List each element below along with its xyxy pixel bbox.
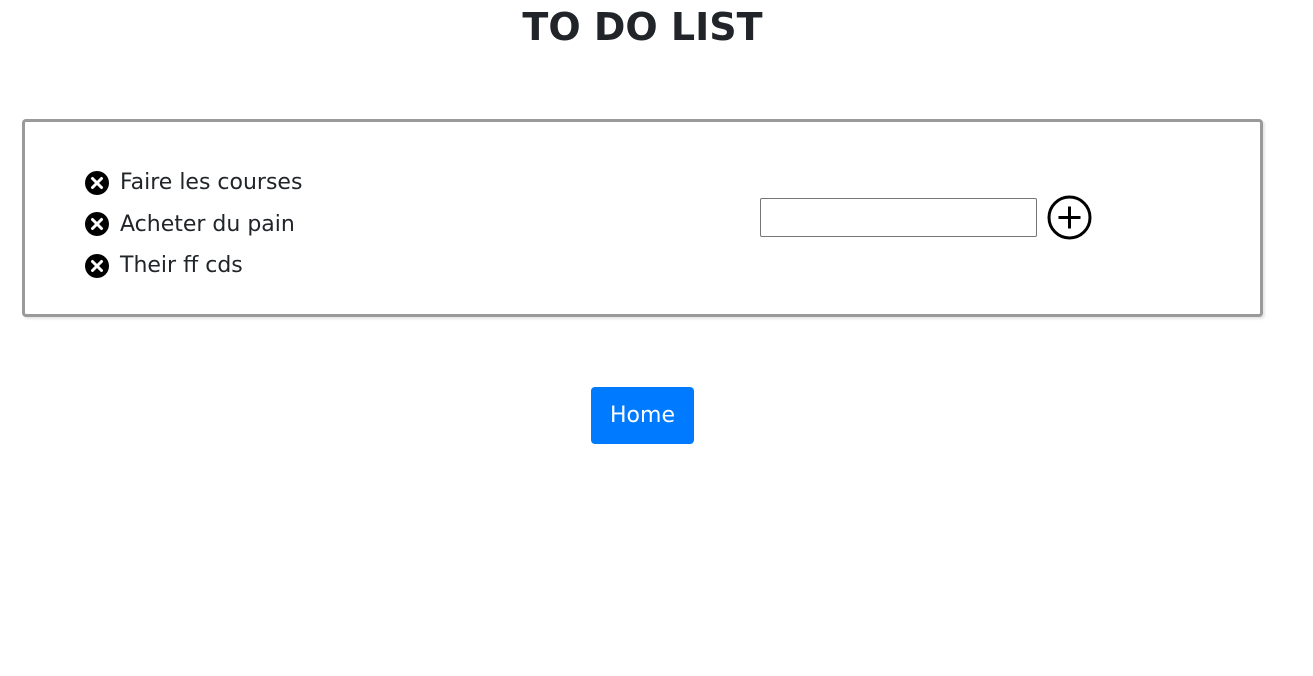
todo-item-label: Their ff cds	[120, 253, 243, 279]
todo-list: Faire les courses Acheter du pain Their …	[85, 162, 302, 287]
page-title: TO DO LIST	[522, 5, 763, 49]
todo-card: Faire les courses Acheter du pain Their …	[22, 119, 1263, 317]
todo-item-label: Faire les courses	[120, 170, 303, 196]
add-task-form	[760, 195, 1092, 240]
circle-x-icon[interactable]	[85, 253, 109, 278]
list-item: Acheter du pain	[85, 204, 302, 246]
todo-item-label: Acheter du pain	[120, 211, 295, 237]
circle-x-icon[interactable]	[85, 212, 109, 237]
circle-x-icon[interactable]	[85, 170, 109, 195]
circle-plus-icon[interactable]	[1047, 195, 1092, 240]
page: TO DO LIST Faire les courses Acheter du …	[0, 0, 1313, 676]
new-task-input[interactable]	[760, 198, 1037, 237]
home-button[interactable]: Home	[591, 387, 694, 444]
list-item: Their ff cds	[85, 245, 302, 287]
list-item: Faire les courses	[85, 162, 302, 204]
